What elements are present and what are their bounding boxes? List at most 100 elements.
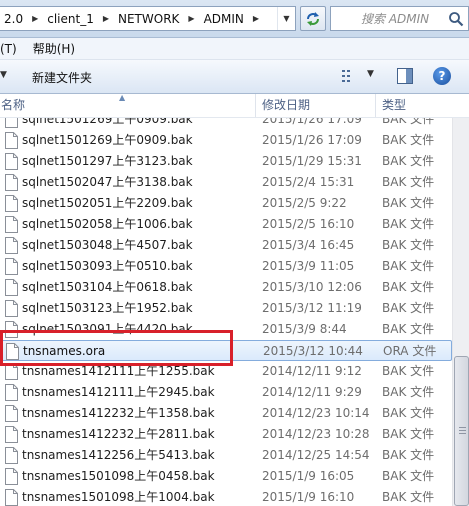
file-row[interactable]: sqlnet1503123上午1952.bak 2015/3/12 11:19 BA… [0,298,452,319]
file-type: BAK 文件 [382,301,435,315]
scrollbar-grip [459,427,466,428]
breadcrumb-item[interactable]: ADMIN [200,12,248,26]
file-row[interactable]: sqlnet1501297上午3123.bak 2015/1/29 15:31 BA… [0,151,452,172]
file-icon [5,237,18,254]
vertical-scrollbar[interactable] [452,118,469,506]
file-row[interactable]: tnsnames1412232上午1358.bak 2014/12/23 10:1… [0,403,452,424]
file-modified-date: 2015/3/4 16:45 [262,238,355,252]
file-row[interactable]: sqlnet1501269上午0909.bak 2015/1/26 17:09 BA… [0,118,452,130]
file-modified-date: 2015/1/26 17:09 [262,118,362,126]
file-name: tnsnames.ora [23,344,106,358]
views-dropdown-icon[interactable]: ▼ [367,69,374,79]
file-row[interactable]: sqlnet1503048上午4507.bak 2015/3/4 16:45 BAK… [0,235,452,256]
file-icon [5,426,18,443]
column-divider[interactable] [255,94,256,117]
breadcrumb-chevron-icon[interactable]: ▶ [27,14,43,23]
column-header-row: ▲ 名称 修改日期 类型 [0,93,469,118]
file-modified-date: 2015/3/9 11:05 [262,259,355,273]
file-name: tnsnames1501098上午1004.bak [22,490,215,504]
menu-item-tools[interactable]: (T) [0,42,25,56]
file-name: sqlnet1503091上午4420.bak [22,322,193,336]
file-modified-date: 2015/2/5 9:22 [262,196,347,210]
search-icon[interactable] [448,11,464,27]
menu-bar: (T) 帮助(H) [0,38,469,60]
breadcrumb-chevron-icon[interactable]: ▶ [183,14,199,23]
file-modified-date: 2014/12/11 9:12 [262,364,362,378]
file-modified-date: 2015/2/5 16:10 [262,217,355,231]
search-input[interactable]: 搜索 ADMIN [330,6,469,31]
file-type: BAK 文件 [382,469,435,483]
file-name: tnsnames1501098上午0458.bak [22,469,215,483]
file-type: BAK 文件 [382,385,435,399]
file-row[interactable]: sqlnet1503093上午0510.bak 2015/3/9 11:05 BAK… [0,256,452,277]
column-header-name[interactable]: 名称 [1,94,255,117]
file-icon [5,384,18,401]
file-row[interactable]: sqlnet1503104上午0618.bak 2015/3/10 12:06 BA… [0,277,452,298]
file-row[interactable]: sqlnet1502047上午3138.bak 2015/2/4 15:31 BAK… [0,172,452,193]
scrollbar-grip [459,433,466,434]
breadcrumb-item[interactable]: NETWORK [114,12,183,26]
file-icon [5,153,18,170]
refresh-icon [307,11,319,26]
file-modified-date: 2015/3/12 10:44 [263,344,363,358]
file-type: BAK 文件 [382,280,435,294]
column-header-type[interactable]: 类型 [382,94,452,117]
file-name: tnsnames1412111上午1255.bak [22,364,215,378]
file-row[interactable]: sqlnet1503091上午4420.bak 2015/3/9 8:44 BAK … [0,319,452,340]
file-name: sqlnet1502051上午2209.bak [22,196,193,210]
file-name: sqlnet1503104上午0618.bak [22,280,193,294]
file-row[interactable]: tnsnames1412232上午2811.bak 2014/12/23 10:2… [0,424,452,445]
file-name: sqlnet1503048上午4507.bak [22,238,193,252]
refresh-button[interactable] [300,6,326,31]
file-name: sqlnet1501269上午0909.bak [22,118,193,126]
file-type: BAK 文件 [382,133,435,147]
file-icon [6,343,19,360]
file-icon [5,216,18,233]
breadcrumb-chevron-icon[interactable]: ▶ [98,14,114,23]
file-row[interactable]: sqlnet1502058上午1006.bak 2015/2/5 16:10 BAK… [0,214,452,235]
file-modified-date: 2015/1/9 16:10 [262,490,355,504]
file-modified-date: 2014/12/23 10:14 [262,406,370,420]
file-name: tnsnames1412232上午1358.bak [22,406,215,420]
file-row[interactable]: tnsnames1412111上午2945.bak 2014/12/11 9:29… [0,382,452,403]
file-type: BAK 文件 [382,364,435,378]
breadcrumb-item[interactable]: 2.0 [0,12,27,26]
address-box[interactable]: 2.0 ▶ client_1 ▶ NETWORK ▶ ADMIN ▶ ▼ [0,6,296,31]
menu-item-help[interactable]: 帮助(H) [25,40,83,57]
address-dropdown-icon[interactable]: ▼ [277,7,295,30]
file-row[interactable]: tnsnames1412111上午1255.bak 2014/12/11 9:12… [0,361,452,382]
file-modified-date: 2015/1/9 16:05 [262,469,355,483]
file-row[interactable]: tnsnames.ora 2015/3/12 10:44 ORA 文件 [0,340,452,361]
column-divider[interactable] [375,94,376,117]
file-name: tnsnames1412232上午2811.bak [22,427,215,441]
breadcrumb-item[interactable]: client_1 [43,12,98,26]
column-header-date[interactable]: 修改日期 [262,94,374,117]
file-row[interactable]: sqlnet1501269上午0909.bak 2015/1/26 17:09 BA… [0,130,452,151]
file-type: BAK 文件 [382,322,435,336]
search-placeholder: 搜索 ADMIN [361,12,430,26]
file-row[interactable]: tnsnames1501098上午0458.bak 2015/1/9 16:05 B… [0,466,452,487]
file-row[interactable]: sqlnet1502051上午2209.bak 2015/2/5 9:22 BAK … [0,193,452,214]
file-list: sqlnet1501269上午0909.bak 2015/1/26 17:09 BA… [0,118,452,506]
file-icon [5,118,18,128]
file-icon [5,195,18,212]
file-icon [5,447,18,464]
file-name: sqlnet1502047上午3138.bak [22,175,193,189]
file-modified-date: 2014/12/11 9:29 [262,385,362,399]
file-row[interactable]: tnsnames1412256上午5413.bak 2014/12/25 14:5… [0,445,452,466]
organize-dropdown-icon[interactable]: ▼ [0,70,7,80]
file-icon [5,363,18,380]
file-icon [5,279,18,296]
breadcrumb-chevron-icon[interactable]: ▶ [248,14,264,23]
file-name: sqlnet1502058上午1006.bak [22,217,193,231]
help-icon[interactable]: ? [433,67,451,85]
file-type: BAK 文件 [382,448,435,462]
file-row[interactable]: tnsnames1501098上午1004.bak 2015/1/9 16:10 B… [0,487,452,506]
preview-pane-button[interactable] [397,68,413,84]
file-name: sqlnet1501297上午3123.bak [22,154,193,168]
new-folder-button[interactable]: 新建文件夹 [32,69,92,86]
file-type: BAK 文件 [382,118,435,126]
file-modified-date: 2015/3/10 12:06 [262,280,362,294]
views-icon[interactable] [342,69,358,83]
scrollbar-thumb[interactable] [454,356,469,506]
